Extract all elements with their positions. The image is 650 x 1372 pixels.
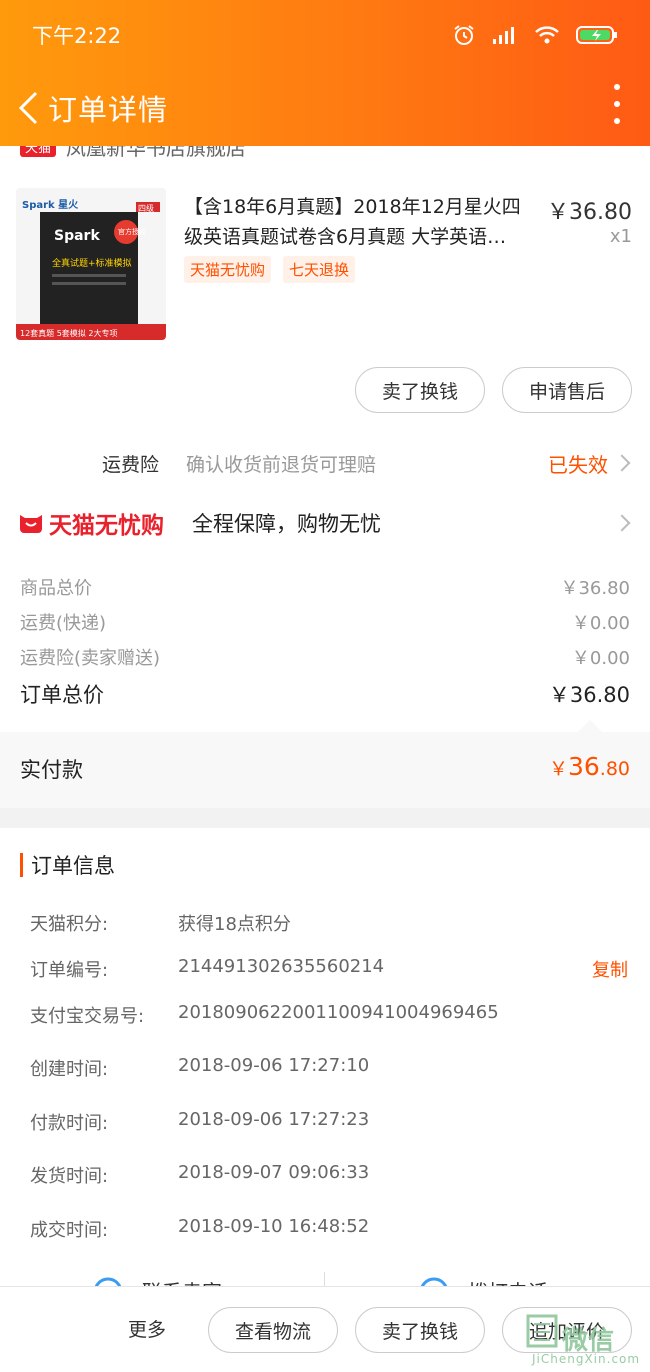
battery-icon [576,24,618,46]
info-key: 成交时间: [30,1220,109,1241]
goods-total-value: ￥36.80 [560,578,630,599]
product-image[interactable]: Spark 星火 四级 官方授权 Spark 全真试题+标准模拟 12套真题 5… [16,188,166,340]
info-value: 2018-09-06 17:27:10 [178,1055,370,1076]
paid-label: 实付款 [20,758,83,782]
order-total-row: 订单总价 ￥36.80 [0,679,650,719]
product-image-footer: 12套真题 5套模拟 2大专项 [20,328,117,338]
goods-total-label: 商品总价 [20,578,92,599]
product-tags: 天猫无忧购 七天退换 [184,256,356,283]
paid-value: ￥36.80 [549,752,630,781]
chevron-right-icon [613,514,631,532]
paid-amount-row: 实付款 ￥36.80 [0,732,650,808]
header: 下午2:22 订单详情 [0,0,650,146]
info-row-order-no: 订单编号: 214491302635560214 复制 [0,956,650,986]
shipping-fee-label: 运费(快递) [20,613,107,634]
svg-text:Spark 星火: Spark 星火 [22,199,79,211]
product-image-badge: 官方授权 [118,227,146,236]
paid-integer: 36 [567,752,600,781]
shipping-fee-value: ￥0.00 [571,613,630,634]
status-time: 下午2:22 [32,24,122,48]
product-quantity: x1 [609,226,632,247]
watermark-logo-icon [526,1314,558,1348]
wuyou-row[interactable]: 天猫无忧购 全程保障，购物无忧 [0,500,650,546]
info-key: 发货时间: [30,1166,109,1187]
status-icons [452,23,618,47]
insurance-fee-row: 运费险(卖家赠送) ￥0.00 [0,644,650,679]
order-total-value: ￥36.80 [548,683,630,707]
signal-icon [492,25,518,45]
product-title-line2: 级英语真题试卷含6月真题 大学英语… [184,226,507,248]
more-button[interactable]: 更多 [128,1315,166,1342]
sell-for-cash-bottom-button[interactable]: 卖了换钱 [355,1307,485,1353]
tmall-cat-icon [20,515,42,533]
page-title: 订单详情 [48,93,169,127]
info-key: 订单编号: [30,960,109,981]
sell-for-cash-button[interactable]: 卖了换钱 [355,367,485,413]
shipping-insurance-row[interactable]: 运费险 确认收货前退货可理赔 已失效 [0,440,650,486]
watermark: 微信 JiChengXin.com [526,1306,644,1366]
insurance-fee-value: ￥0.00 [571,648,630,669]
wuyou-logo-text: 天猫无忧购 [49,513,164,539]
copy-order-number-button[interactable]: 复制 [592,956,628,982]
price-summary: 商品总价 ￥36.80 运费(快递) ￥0.00 运费险(卖家赠送) ￥0.00… [0,574,650,719]
info-value: 2018-09-07 09:06:33 [178,1162,370,1183]
caret-up-icon [578,720,602,732]
info-key: 付款时间: [30,1113,109,1134]
info-key: 天猫积分: [30,914,109,935]
chevron-right-icon [613,454,631,472]
tag-seven-day-return: 七天退换 [283,256,356,283]
info-row-points: 天猫积分: 获得18点积分 [0,910,650,940]
info-row-shipped: 发货时间: 2018-09-07 09:06:33 [0,1162,650,1192]
info-row-alipay-no: 支付宝交易号: 2018090622001100941004969465 [0,1002,650,1032]
info-key: 支付宝交易号: [30,1006,145,1027]
paid-decimal: .80 [599,758,630,780]
info-row-created: 创建时间: 2018-09-06 17:27:10 [0,1055,650,1085]
insurance-fee-label: 运费险(卖家赠送) [20,648,161,669]
wuyou-desc: 全程保障，购物无忧 [192,512,381,536]
order-info-title: 订单信息 [20,850,115,880]
info-value: 214491302635560214 [178,956,385,977]
product-image-level: 四级 [138,203,154,213]
info-key: 创建时间: [30,1059,109,1080]
product-title-line1: 【含18年6月真题】2018年12月星火四 [184,196,521,218]
order-total-label: 订单总价 [20,683,104,707]
watermark-url: JiChengXin.com [532,1352,641,1366]
wifi-icon [534,24,560,46]
view-logistics-button[interactable]: 查看物流 [208,1307,338,1353]
nav-bar: 订单详情 [0,70,650,146]
shipping-fee-row: 运费(快递) ￥0.00 [0,609,650,644]
product-price: ￥36.80 [547,200,632,225]
order-info-title-text: 订单信息 [31,854,115,878]
product-card[interactable]: Spark 星火 四级 官方授权 Spark 全真试题+标准模拟 12套真题 5… [0,182,650,352]
info-row-completed: 成交时间: 2018-09-10 16:48:52 [0,1216,650,1246]
shipping-insurance-status: 已失效 [548,452,608,477]
status-bar: 下午2:22 [0,0,650,70]
info-row-paid: 付款时间: 2018-09-06 17:27:23 [0,1109,650,1139]
shipping-insurance-label: 运费险 [102,453,160,476]
info-value: 2018-09-10 16:48:52 [178,1216,370,1237]
after-sale-button[interactable]: 申请售后 [502,367,632,413]
paid-currency: ￥ [548,758,568,780]
goods-total-row: 商品总价 ￥36.80 [0,574,650,609]
back-chevron-icon[interactable] [8,83,48,133]
info-value: 2018-09-06 17:27:23 [178,1109,370,1130]
shipping-insurance-desc: 确认收货前退货可理赔 [186,453,377,476]
svg-text:Spark: Spark [54,228,100,244]
more-vertical-icon[interactable] [612,84,622,124]
product-image-main: 全真试题+标准模拟 [52,257,132,269]
wuyou-logo: 天猫无忧购 [18,506,164,540]
section-divider [0,808,650,828]
tag-wuyou: 天猫无忧购 [184,256,272,283]
info-value: 2018090622001100941004969465 [178,1002,499,1023]
alarm-icon [452,23,476,47]
title-accent-bar [20,853,23,877]
product-title[interactable]: 【含18年6月真题】2018年12月星火四 级英语真题试卷含6月真题 大学英语… [184,192,534,252]
info-value: 获得18点积分 [178,914,291,935]
